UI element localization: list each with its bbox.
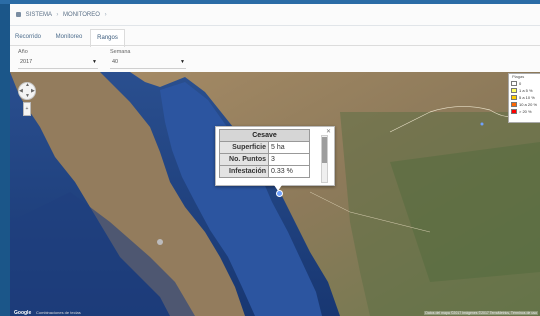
info-value: 5 ha [268,141,310,154]
tab-recorrido[interactable]: Recorrido [10,29,46,45]
info-table: Cesave Superficie 5 ha No. Puntos 3 Infe… [219,129,310,178]
map-legend: Plagas 0 1 a 5 % 5 a 10 % 10 a 20 % > 20… [508,73,540,123]
legend-label: 10 a 20 % [519,102,538,107]
week-select-value: 40 [112,59,119,65]
home-icon[interactable] [16,11,21,17]
keyboard-shortcuts-link[interactable]: Combinaciones de teclas [36,310,81,315]
legend-item: 5 a 10 % [511,95,535,101]
header-divider [10,25,540,26]
year-select[interactable]: 2017 ▼ [18,57,98,69]
legend-label: 1 a 5 % [519,88,533,93]
legend-swatch [511,88,517,94]
legend-swatch [511,102,517,108]
tabs-divider [10,45,540,46]
breadcrumb-separator: › [104,12,107,18]
chevron-down-icon: ▼ [92,59,97,65]
legend-swatch [511,81,517,87]
pan-control-icon[interactable]: ▲ ▼ ◀ ▶ [18,82,36,100]
chevron-down-icon: ▼ [180,59,185,65]
legend-item: 0 [511,81,522,87]
close-icon[interactable]: ✕ [326,128,331,135]
legend-title: Plagas [512,74,525,79]
week-filter-label: Semana [110,49,131,55]
breadcrumb: SISTEMA › MONITOREO › [16,9,110,21]
content-panel: SISTEMA › MONITOREO › Recorrido Monitore… [10,4,540,316]
legend-item: 1 a 5 % [511,88,533,94]
year-select-value: 2017 [20,59,33,65]
legend-label: 0 [519,81,522,86]
breadcrumb-item[interactable]: MONITOREO [63,12,100,18]
info-window: Cesave Superficie 5 ha No. Puntos 3 Infe… [215,126,335,186]
info-value: 3 [268,153,310,166]
info-key: Superficie [219,141,269,154]
legend-label: 5 a 10 % [519,95,535,100]
legend-label: > 20 % [519,109,532,114]
tab-monitoreo[interactable]: Monitoreo [50,29,88,45]
week-select[interactable]: 40 ▼ [110,57,186,69]
table-row: No. Puntos 3 [219,153,310,166]
satellite-map[interactable]: ▲ ▼ ◀ ▶ + Plagas 0 1 a 5 % 5 a 10 % 10 a… [10,72,540,316]
legend-item: 10 a 20 % [511,102,538,108]
info-value: 0.33 % [268,165,310,178]
scrollbar-thumb[interactable] [322,137,327,163]
map-data-notice[interactable]: Datos del mapa ©2017 Imágenes ©2017 Terr… [424,311,538,315]
legend-item: > 20 % [511,109,532,115]
info-key: No. Puntos [219,153,269,166]
year-filter-label: Año [18,49,28,55]
zoom-control-icon[interactable]: + [23,102,31,116]
legend-swatch [511,109,517,115]
table-row: Infestación 0.33 % [219,165,310,178]
left-sidebar-edge [0,4,10,316]
info-title: Cesave [219,129,310,142]
map-imagery [10,72,540,316]
info-key: Infestación [219,165,269,178]
legend-swatch [511,95,517,101]
breadcrumb-separator: › [56,12,59,18]
table-row: Superficie 5 ha [219,141,310,154]
info-scrollbar[interactable] [321,135,328,183]
tab-bar: Recorrido Monitoreo Rangos [10,29,540,47]
map-marker-icon[interactable] [276,190,283,197]
google-logo: Google [14,310,32,316]
breadcrumb-item[interactable]: SISTEMA [26,12,52,18]
